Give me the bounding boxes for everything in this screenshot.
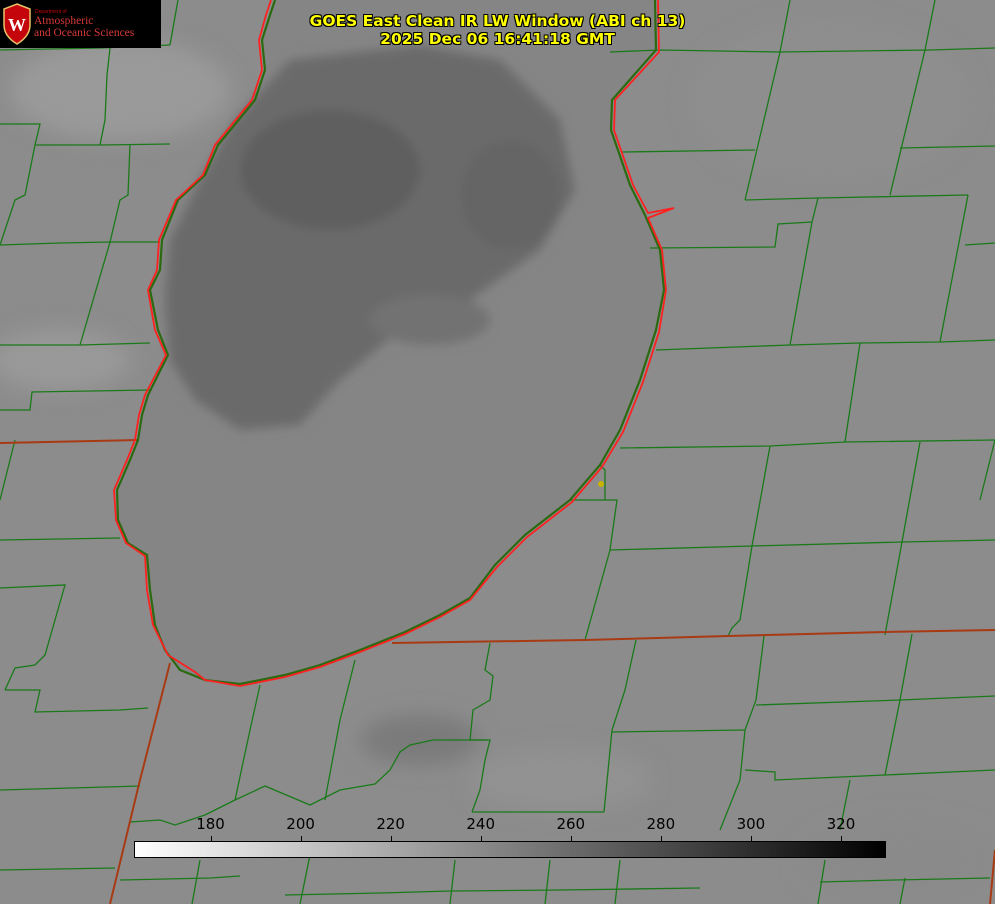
colorbar-tick-label: 240 [466,815,496,833]
colorbar-tick-label: 200 [286,815,315,833]
satellite-map [0,0,995,904]
image-timestamp: 2025 Dec 06 16:41:18 GMT [380,30,615,48]
colorbar-tick-label: 320 [826,815,856,833]
colorbar [134,841,886,858]
station-marker [598,481,604,487]
colorbar-tick-label: 220 [376,815,405,833]
colorbar-tick-label: 300 [736,815,766,833]
image-title: GOES East Clean IR LW Window (ABI ch 13) [309,12,686,30]
colorbar-tick-label: 260 [556,815,586,833]
colorbar-tick-label: 180 [196,815,225,833]
colorbar-tick-label: 280 [646,815,676,833]
